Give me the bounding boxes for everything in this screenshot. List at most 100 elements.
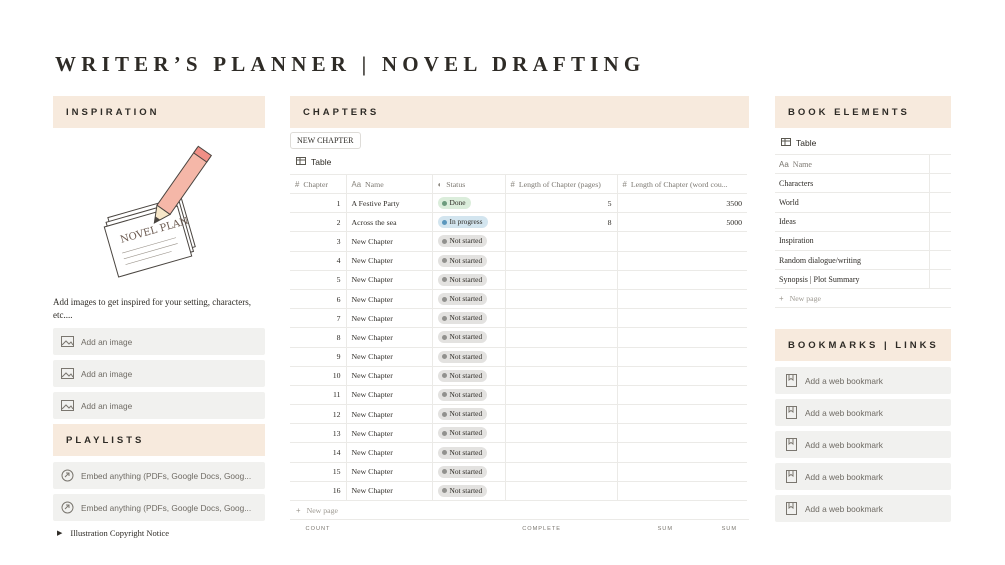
chapter-name-cell[interactable]: New Chapter [346,289,433,310]
words-cell[interactable] [617,385,747,406]
pages-cell[interactable] [505,231,618,252]
words-cell[interactable] [617,289,747,310]
pages-cell[interactable] [505,327,618,348]
calc-complete[interactable]: COMPLETE [346,526,561,532]
add-image-block[interactable]: Add an image [53,360,265,387]
pages-cell[interactable] [505,347,618,367]
pages-cell[interactable]: 8 [505,212,618,233]
calc-count[interactable]: COUNT [290,526,346,532]
pages-cell[interactable] [505,404,618,425]
words-cell[interactable] [617,251,747,271]
chapter-name-cell[interactable]: New Chapter [346,347,433,367]
book-element-name[interactable]: World [775,192,929,213]
pages-cell[interactable] [505,385,618,406]
chapter-name-cell[interactable]: New Chapter [346,366,433,386]
words-cell[interactable]: 5000 [617,212,747,233]
add-image-block[interactable]: Add an image [53,328,265,355]
copyright-toggle[interactable]: ▶ Illustration Copyright Notice [53,528,265,538]
status-cell[interactable]: Not started [432,385,506,406]
add-bookmark-block[interactable]: Add a web bookmark [775,367,951,395]
table-row[interactable]: 2 Across the sea In progress 8 5000 [290,212,747,233]
chapter-number-cell[interactable]: 9 [290,347,347,367]
words-cell[interactable] [617,308,747,329]
column-header-chapter[interactable]: # Chapter [290,174,347,194]
table-view-tab[interactable]: Table [775,134,951,152]
words-cell[interactable] [617,366,747,386]
chapter-number-cell[interactable]: 5 [290,270,347,290]
chapter-number-cell[interactable]: 4 [290,251,347,271]
chapter-name-cell[interactable]: A Festive Party [346,193,433,214]
table-row[interactable]: 11 New Chapter Not started [290,385,747,406]
pages-cell[interactable] [505,442,618,463]
add-bookmark-block[interactable]: Add a web bookmark [775,463,951,491]
embed-block[interactable]: Embed anything (PDFs, Google Docs, Goog.… [53,462,265,489]
chapter-name-cell[interactable]: New Chapter [346,442,433,463]
status-cell[interactable]: In progress [432,212,506,233]
table-row[interactable]: 8 New Chapter Not started [290,327,747,348]
pages-cell[interactable] [505,462,618,482]
new-page-button[interactable]: + New page [775,289,951,309]
book-element-name[interactable]: Synopsis | Plot Summary [775,269,929,290]
chapter-name-cell[interactable]: New Chapter [346,404,433,425]
add-bookmark-block[interactable]: Add a web bookmark [775,399,951,427]
words-cell[interactable] [617,347,747,367]
table-row[interactable]: 5 New Chapter Not started [290,270,747,290]
embed-block[interactable]: Embed anything (PDFs, Google Docs, Goog.… [53,494,265,521]
status-cell[interactable]: Not started [432,442,506,463]
chapter-number-cell[interactable]: 1 [290,193,347,214]
table-row[interactable]: 3 New Chapter Not started [290,231,747,252]
words-cell[interactable] [617,442,747,463]
chapter-number-cell[interactable]: 16 [290,481,347,502]
chapter-number-cell[interactable]: 3 [290,231,347,252]
words-cell[interactable] [617,423,747,444]
table-row[interactable]: 9 New Chapter Not started [290,347,747,367]
chapter-name-cell[interactable]: New Chapter [346,327,433,348]
book-element-name[interactable]: Ideas [775,212,929,232]
table-row[interactable]: 4 New Chapter Not started [290,251,747,271]
pages-cell[interactable] [505,308,618,329]
pages-cell[interactable]: 5 [505,193,618,214]
words-cell[interactable] [617,327,747,348]
add-bookmark-block[interactable]: Add a web bookmark [775,495,951,523]
add-bookmark-block[interactable]: Add a web bookmark [775,431,951,459]
status-cell[interactable]: Not started [432,289,506,310]
list-item[interactable]: World [775,192,951,213]
table-row[interactable]: 14 New Chapter Not started [290,442,747,463]
chapter-name-cell[interactable]: New Chapter [346,308,433,329]
chapter-number-cell[interactable]: 10 [290,366,347,386]
new-chapter-button[interactable]: NEW CHAPTER [290,132,361,149]
table-view-tab[interactable]: Table [290,153,749,171]
pages-cell[interactable] [505,289,618,310]
words-cell[interactable] [617,462,747,482]
status-cell[interactable]: Not started [432,462,506,482]
chapter-name-cell[interactable]: New Chapter [346,251,433,271]
status-cell[interactable]: Not started [432,270,506,290]
status-cell[interactable]: Not started [432,423,506,444]
add-image-block[interactable]: Add an image [53,392,265,419]
pages-cell[interactable] [505,270,618,290]
status-cell[interactable]: Not started [432,481,506,502]
calc-sum-pages[interactable]: SUM [561,526,673,532]
chapter-name-cell[interactable]: New Chapter [346,270,433,290]
pages-cell[interactable] [505,251,618,271]
new-page-button[interactable]: + New page [290,501,749,520]
words-cell[interactable]: 3500 [617,193,747,214]
table-row[interactable]: 10 New Chapter Not started [290,366,747,386]
pages-cell[interactable] [505,366,618,386]
chapter-name-cell[interactable]: New Chapter [346,481,433,502]
chapter-name-cell[interactable]: New Chapter [346,462,433,482]
table-row[interactable]: 12 New Chapter Not started [290,404,747,425]
list-item[interactable]: Random dialogue/writing [775,250,951,271]
chapter-name-cell[interactable]: New Chapter [346,423,433,444]
column-header-name[interactable]: Aa Name [775,153,929,175]
status-cell[interactable]: Not started [432,347,506,367]
chapter-number-cell[interactable]: 7 [290,308,347,329]
chapter-number-cell[interactable]: 2 [290,212,347,233]
chapter-name-cell[interactable]: Across the sea [346,212,433,233]
column-header-name[interactable]: Aa Name [346,174,433,194]
table-row[interactable]: 1A Festive Party Done 5 3500 [290,193,747,214]
list-item[interactable]: Synopsis | Plot Summary [775,269,951,290]
chapter-number-cell[interactable]: 15 [290,462,347,482]
calc-sum-words[interactable]: SUM [673,526,737,532]
book-element-name[interactable]: Inspiration [775,231,929,251]
